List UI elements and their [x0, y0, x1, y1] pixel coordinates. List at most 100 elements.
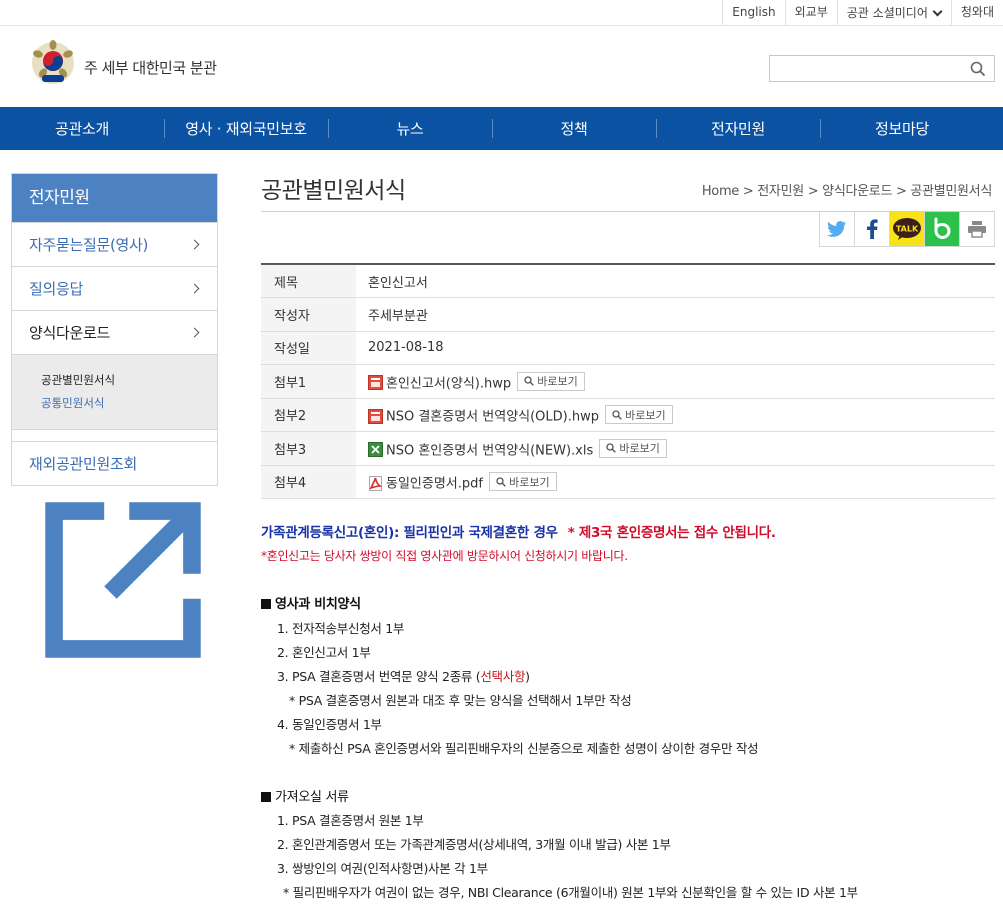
svg-text:TALK: TALK: [896, 225, 919, 234]
attachment-link[interactable]: NSO 결혼증명서 번역양식(OLD).hwp: [386, 410, 599, 425]
side-nav-title: 전자민원: [12, 174, 217, 222]
side-navigation: 전자민원 자주묻는질문(영사) 질의응답 양식다운로드 공관별민원서식 공통민원…: [11, 173, 218, 658]
korea-emblem-icon[interactable]: [30, 40, 76, 86]
utility-links: English 외교부 공관 소셜미디어 청와대: [722, 0, 1003, 26]
attachment-label: 첨부1: [261, 364, 356, 399]
notice-warning: * 제3국 혼인증명서는 접수 안됩니다.: [567, 525, 776, 541]
author-label: 작성자: [261, 297, 356, 332]
list-item-text-end: ): [525, 669, 530, 684]
english-link[interactable]: English: [722, 0, 784, 26]
facebook-share-button[interactable]: [854, 212, 890, 247]
section-title: 가져오실 서류: [275, 790, 349, 805]
side-nav-item-form-download[interactable]: 양식다운로드: [12, 310, 217, 354]
side-nav-gap: [12, 429, 217, 441]
section-title: 영사과 비치양식: [275, 597, 361, 612]
hwp-file-icon: [368, 408, 383, 424]
side-nav-label: 자주묻는질문(영사): [29, 236, 149, 254]
list-item-note: * 필리핀배우자가 여권이 없는 경우, NBI Clearance (6개월이…: [283, 885, 858, 900]
nav-item-news[interactable]: 뉴스: [328, 107, 492, 150]
preview-button-label: 바로보기: [537, 375, 578, 388]
xls-file-icon: [368, 442, 383, 457]
list-item: 2. 혼인관계증명서 또는 가족관계증명서(상세내역, 3개월 이내 발급) 사…: [277, 837, 671, 852]
table-row: 작성자 주세부분관: [261, 297, 995, 332]
chevron-right-icon: [189, 239, 200, 250]
nav-item-info[interactable]: 정보마당: [820, 107, 984, 150]
page-title: 공관별민원서식: [261, 178, 406, 204]
date-label: 작성일: [261, 331, 356, 365]
attachment-link[interactable]: 혼인신고서(양식).hwp: [386, 376, 511, 391]
side-nav-item-faq[interactable]: 자주묻는질문(영사): [12, 222, 217, 266]
site-title[interactable]: 주 세부 대한민국 분관: [84, 57, 217, 78]
external-link-icon: [45, 502, 201, 658]
preview-button[interactable]: 바로보기: [599, 438, 667, 458]
social-media-dropdown[interactable]: 공관 소셜미디어: [836, 0, 951, 26]
side-nav-label: 양식다운로드: [29, 324, 111, 342]
side-subnav-mission-forms[interactable]: 공관별민원서식: [41, 369, 217, 392]
nav-item-consular[interactable]: 영사 · 재외국민보호: [164, 107, 328, 150]
attachment-cell: NSO 결혼증명서 번역양식(OLD).hwp 바로보기: [356, 398, 995, 432]
list-item-text: 3. PSA 결혼증명서 번역문 양식 2종류 (: [277, 669, 481, 684]
share-toolbar: TALK: [819, 212, 995, 247]
square-bullet-icon: [261, 599, 271, 609]
date-value: 2021-08-18: [356, 331, 995, 365]
facebook-icon: [867, 219, 878, 239]
side-subnav-common-forms[interactable]: 공통민원서식: [41, 392, 217, 415]
kakaotalk-share-button[interactable]: TALK: [889, 212, 925, 247]
notice-subtext: *혼인신고는 당사자 쌍방이 직접 영사관에 방문하시어 신청하시기 바랍니다.: [261, 549, 628, 563]
side-nav-item-external-lookup[interactable]: 재외공관민원조회: [12, 441, 217, 658]
list-item: 1. 전자적송부신청서 1부: [277, 621, 405, 636]
nav-item-policy[interactable]: 정책: [492, 107, 656, 150]
side-nav-label: 질의응답: [29, 280, 84, 298]
table-row: 제목 혼인신고서: [261, 264, 995, 298]
magnifier-icon: [606, 443, 617, 453]
table-row: 첨부2 NSO 결혼증명서 번역양식(OLD).hwp 바로보기: [261, 398, 995, 432]
attachment-cell: 혼인신고서(양식).hwp 바로보기: [356, 364, 995, 399]
list-item: 3. PSA 결혼증명서 번역문 양식 2종류 (선택사항): [277, 666, 530, 685]
search-icon[interactable]: [970, 61, 986, 77]
band-icon: [934, 217, 951, 239]
list-item: 3. 쌍방인의 여권(인적사항면)사본 각 1부: [277, 861, 488, 876]
post-info-table: 제목 혼인신고서 작성자 주세부분관 작성일 2021-08-18 첨부1 혼인…: [261, 263, 995, 499]
twitter-share-button[interactable]: [819, 212, 855, 247]
list-item-note: * PSA 결혼증명서 원본과 대조 후 맞는 양식을 선택해서 1부만 작성: [289, 693, 632, 708]
preview-button-label: 바로보기: [619, 442, 660, 455]
table-row: 작성일 2021-08-18: [261, 331, 995, 365]
preview-button[interactable]: 바로보기: [605, 405, 673, 424]
table-row: 첨부3 NSO 혼인증명서 번역양식(NEW).xls 바로보기: [261, 431, 995, 466]
attachment-cell: NSO 혼인증명서 번역양식(NEW).xls 바로보기: [356, 431, 995, 466]
preview-button-label: 바로보기: [509, 475, 550, 489]
subject-label: 제목: [261, 264, 356, 298]
attachment-label: 첨부2: [261, 398, 356, 432]
attachment-label: 첨부3: [261, 431, 356, 466]
notice-heading-text: 가족관계등록신고(혼인): 필리핀인과 국제결혼한 경우: [261, 525, 558, 541]
preview-button[interactable]: 바로보기: [489, 472, 557, 491]
magnifier-icon: [612, 409, 622, 420]
attachment-link[interactable]: NSO 혼인증명서 번역양식(NEW).xls: [386, 443, 593, 458]
attachment-cell: 동일인증명서.pdf 바로보기: [356, 465, 995, 499]
kakaotalk-icon: TALK: [893, 218, 921, 240]
nav-item-e-civil[interactable]: 전자민원: [656, 107, 820, 150]
list-item: 2. 혼인신고서 1부: [277, 645, 371, 660]
mofa-link[interactable]: 외교부: [784, 0, 837, 26]
list-item: 1. PSA 결혼증명서 원본 1부: [277, 813, 424, 828]
attachment-link[interactable]: 동일인증명서.pdf: [386, 477, 483, 492]
band-share-button[interactable]: [924, 212, 960, 247]
search-input[interactable]: [770, 56, 960, 81]
section-heading-documents: 가져오실 서류: [261, 786, 349, 805]
bluehouse-link[interactable]: 청와대: [950, 0, 1003, 26]
breadcrumb[interactable]: Home > 전자민원 > 양식다운로드 > 공관별민원서식: [702, 180, 992, 199]
attachment-label: 첨부4: [261, 465, 356, 499]
nav-item-about[interactable]: 공관소개: [0, 107, 164, 150]
side-nav-item-qna[interactable]: 질의응답: [12, 266, 217, 310]
table-row: 첨부1 혼인신고서(양식).hwp 바로보기: [261, 364, 995, 399]
print-button[interactable]: [959, 212, 995, 247]
list-item: 4. 동일인증명서 1부: [277, 717, 382, 732]
subject-value: 혼인신고서: [356, 264, 995, 298]
optional-label: 선택사항: [480, 669, 526, 684]
chevron-right-icon: [189, 283, 200, 294]
preview-button[interactable]: 바로보기: [517, 371, 585, 391]
side-nav-submenu: 공관별민원서식 공통민원서식: [12, 354, 217, 429]
site-header: 주 세부 대한민국 분관: [0, 27, 1003, 107]
table-row: 첨부4 동일인증명서.pdf 바로보기: [261, 465, 995, 499]
magnifier-icon: [496, 476, 506, 487]
